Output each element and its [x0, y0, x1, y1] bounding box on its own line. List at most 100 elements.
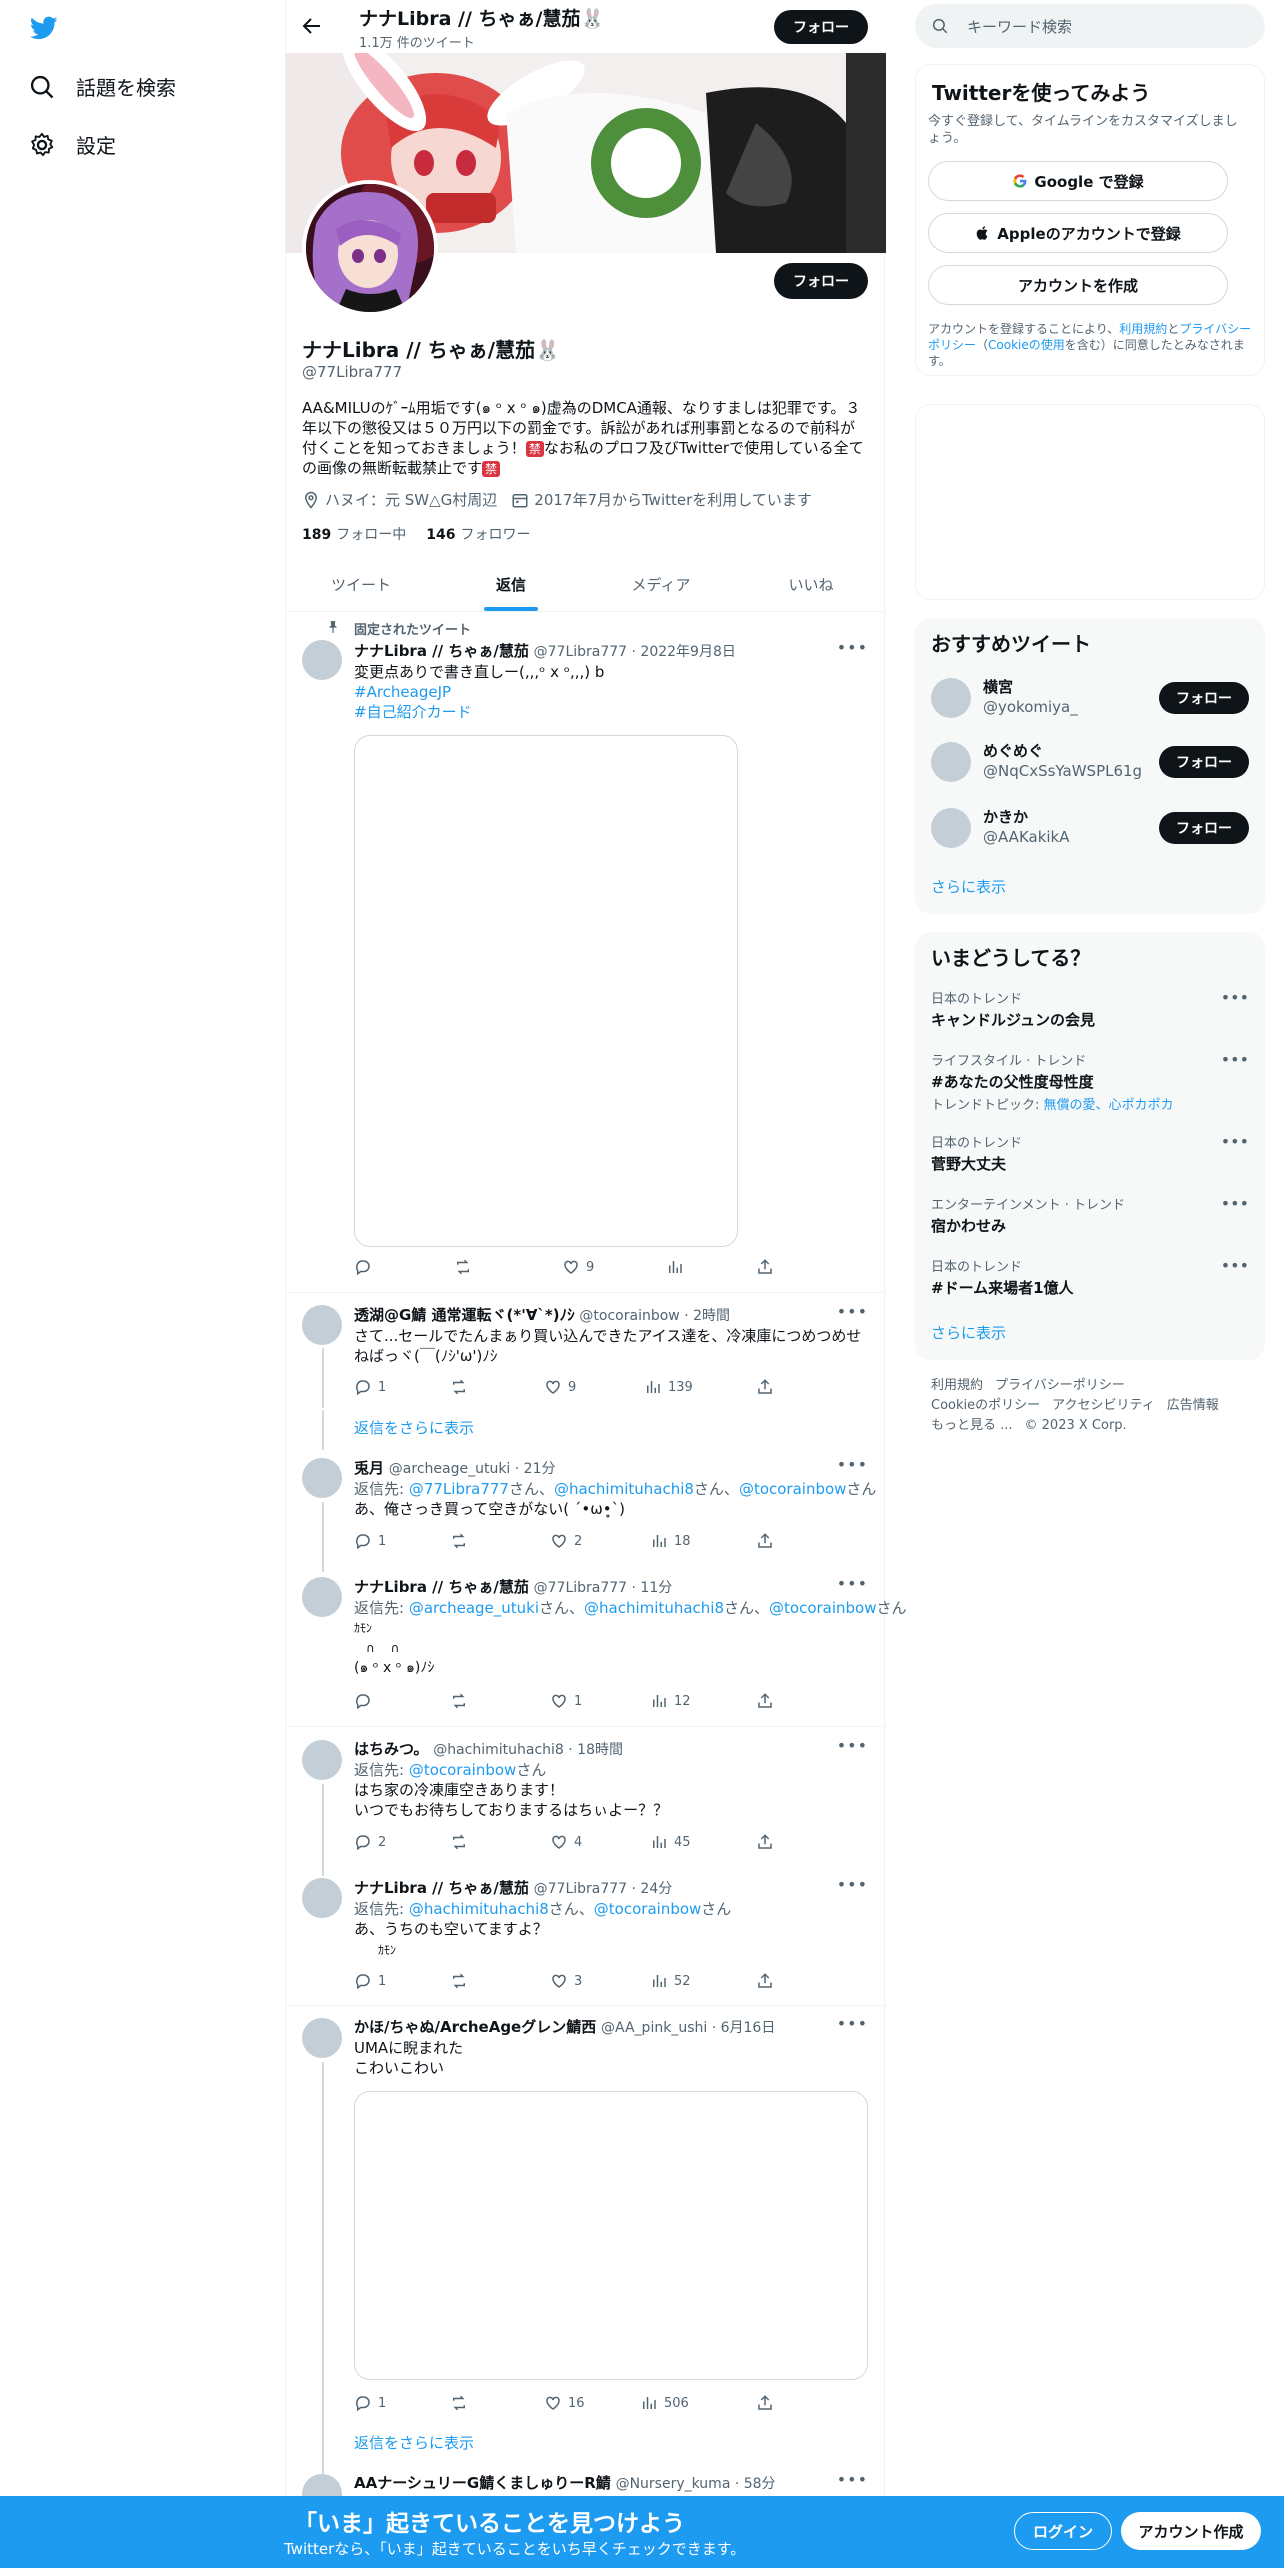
nav-explore[interactable]: 話題を検索 [28, 72, 176, 101]
mention-link[interactable]: @tocorainbow [769, 1599, 876, 1617]
more-options-icon[interactable]: ••• [837, 638, 868, 657]
show-more-link[interactable]: さらに表示 [931, 1322, 1006, 1343]
header-follow-button[interactable]: フォロー [774, 10, 868, 44]
avatar[interactable] [302, 1878, 342, 1918]
tweet-author-name[interactable]: ナナLibra // ちゃぁ/慧茄 [354, 1578, 529, 1596]
more-options-icon[interactable]: ••• [837, 1736, 868, 1755]
more-options-icon[interactable]: ••• [837, 1455, 868, 1474]
share-button[interactable] [756, 1378, 774, 1396]
retweet-button[interactable] [450, 1972, 468, 1990]
back-arrow-icon[interactable] [300, 14, 324, 38]
views-button[interactable] [666, 1258, 684, 1276]
like-button[interactable]: 2 [550, 1532, 582, 1550]
follow-button[interactable]: フォロー [1159, 682, 1249, 714]
recommended-user[interactable]: かきか @AAKakikA フォロー [931, 806, 1249, 850]
avatar[interactable] [931, 808, 971, 848]
footer-link[interactable]: Cookieのポリシー [931, 1398, 1040, 1413]
terms-link[interactable]: 利用規約 [1119, 322, 1167, 336]
tweet-media-image[interactable] [354, 2091, 868, 2380]
show-more-replies-link[interactable]: 返信をさらに表示 [354, 1417, 474, 1438]
mention-link[interactable]: @archeage_utuki [409, 1599, 539, 1617]
tweet-author-name[interactable]: 兎月 [354, 1459, 384, 1477]
more-options-icon[interactable]: ••• [1221, 1132, 1249, 1151]
tweet-author-name[interactable]: 透湖@G鯖 通常運転ヾ(*'∀`*)ﾉｼ [354, 1306, 575, 1324]
trend-item[interactable]: 日本のトレンド #ドーム来場者1億人 ••• [931, 1256, 1249, 1298]
cookie-link[interactable]: Cookieの使用 [988, 338, 1065, 352]
share-button[interactable] [756, 1532, 774, 1550]
tab-media[interactable]: メディア [586, 558, 736, 611]
mention-link[interactable]: @hachimituhachi8 [554, 1480, 694, 1498]
mention-link[interactable]: @tocorainbow [739, 1480, 846, 1498]
avatar[interactable] [302, 1740, 342, 1780]
following-link[interactable]: 189 フォロー中 [302, 524, 406, 544]
avatar[interactable] [931, 742, 971, 782]
mention-link[interactable]: @tocorainbow [594, 1900, 701, 1918]
mention-link[interactable]: @77Libra777 [409, 1480, 509, 1498]
more-options-icon[interactable]: ••• [837, 1875, 868, 1894]
share-button[interactable] [756, 1692, 774, 1710]
tweet-author-name[interactable]: かほ/ちゃぬ/ArcheAgeグレン鯖西 [354, 2018, 596, 2036]
reply-button[interactable] [354, 1258, 372, 1276]
retweet-button[interactable] [450, 1378, 468, 1396]
tab-likes[interactable]: いいね [736, 558, 886, 611]
views-button[interactable]: 52 [650, 1972, 691, 1990]
more-options-icon[interactable]: ••• [1221, 1256, 1249, 1275]
mention-link[interactable]: @hachimituhachi8 [409, 1900, 549, 1918]
search-input[interactable]: キーワード検索 [915, 4, 1265, 48]
reply-button[interactable]: 1 [354, 2394, 386, 2412]
like-button[interactable]: 4 [550, 1833, 582, 1851]
footer-link[interactable]: アクセシビリティ [1052, 1398, 1155, 1413]
retweet-button[interactable] [450, 2394, 468, 2412]
retweet-button[interactable] [450, 1532, 468, 1550]
reply-button[interactable] [354, 1692, 372, 1710]
avatar[interactable] [302, 1458, 342, 1498]
like-button[interactable]: 16 [544, 2394, 585, 2412]
show-more-link[interactable]: さらに表示 [931, 876, 1006, 897]
recommended-user[interactable]: 横宮 @yokomiya_ フォロー [931, 676, 1249, 720]
reply-button[interactable]: 1 [354, 1972, 386, 1990]
retweet-button[interactable] [454, 1258, 472, 1276]
followers-link[interactable]: 146 フォロワー [426, 524, 530, 544]
views-button[interactable]: 45 [650, 1833, 691, 1851]
more-options-icon[interactable]: ••• [1221, 1194, 1249, 1213]
follow-button[interactable]: フォロー [1159, 746, 1249, 778]
mention-link[interactable]: @hachimituhachi8 [584, 1599, 724, 1617]
google-signup-button[interactable]: Google で登録 [928, 161, 1228, 201]
reply-button[interactable]: 2 [354, 1833, 386, 1851]
tab-tweets[interactable]: ツイート [286, 558, 436, 611]
more-options-icon[interactable]: ••• [1221, 1050, 1249, 1069]
show-more-replies-link[interactable]: 返信をさらに表示 [354, 2432, 474, 2453]
like-button[interactable]: 9 [562, 1258, 594, 1276]
hashtag-link[interactable]: #ArcheageJP [354, 682, 451, 702]
views-button[interactable]: 18 [650, 1532, 691, 1550]
tab-replies[interactable]: 返信 [436, 558, 586, 611]
profile-follow-button[interactable]: フォロー [774, 263, 868, 299]
trend-item[interactable]: 日本のトレンド キャンドルジュンの会見 ••• [931, 988, 1249, 1030]
tweet-media-image[interactable] [354, 735, 738, 1247]
retweet-button[interactable] [450, 1692, 468, 1710]
twitter-bird-logo-icon[interactable] [28, 14, 60, 42]
tweet-author-name[interactable]: ナナLibra // ちゃぁ/慧茄 [354, 642, 529, 660]
retweet-button[interactable] [450, 1833, 468, 1851]
more-options-icon[interactable]: ••• [837, 2014, 868, 2033]
views-button[interactable]: 139 [644, 1378, 693, 1396]
more-options-icon[interactable]: ••• [1221, 988, 1249, 1007]
like-button[interactable]: 3 [550, 1972, 582, 1990]
signup-button[interactable]: アカウント作成 [1121, 2512, 1261, 2550]
apple-signup-button[interactable]: Appleのアカウントで登録 [928, 213, 1228, 253]
avatar[interactable] [302, 1305, 342, 1345]
create-account-button[interactable]: アカウントを作成 [928, 265, 1228, 305]
views-button[interactable]: 12 [650, 1692, 691, 1710]
tweet-author-name[interactable]: AAナーシュリーG鯖くましゅりーR鯖 [354, 2474, 611, 2492]
avatar[interactable] [931, 678, 971, 718]
login-button[interactable]: ログイン [1014, 2512, 1112, 2550]
tweet-author-name[interactable]: はちみつ。 [354, 1740, 428, 1758]
avatar[interactable] [302, 2018, 342, 2058]
avatar[interactable] [302, 640, 342, 680]
share-button[interactable] [756, 1972, 774, 1990]
mention-link[interactable]: @tocorainbow [409, 1761, 516, 1779]
avatar[interactable] [302, 1577, 342, 1617]
footer-link[interactable]: 利用規約 [931, 1378, 983, 1393]
like-button[interactable]: 9 [544, 1378, 576, 1396]
share-button[interactable] [756, 2394, 774, 2412]
